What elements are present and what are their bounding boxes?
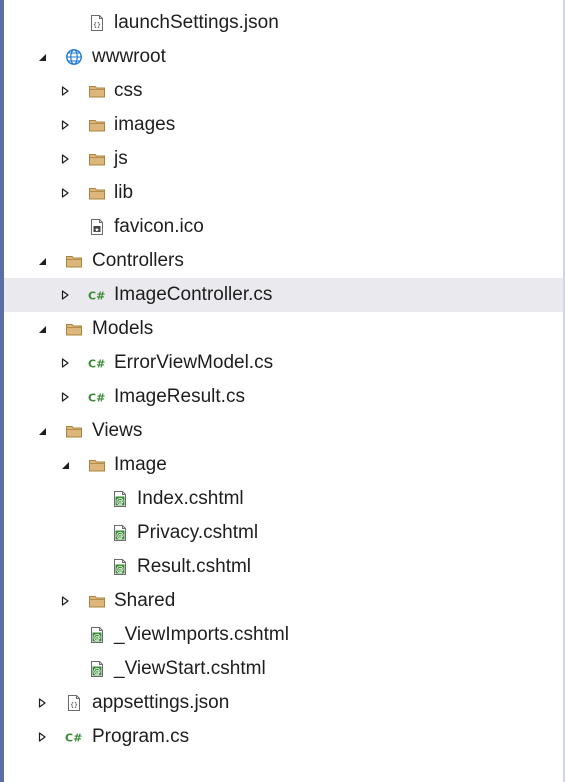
tree-item-label: Privacy.cshtml bbox=[137, 522, 259, 543]
collapsed-arrow-icon[interactable] bbox=[60, 154, 70, 164]
tree-item-label: _ViewStart.cshtml bbox=[114, 658, 266, 679]
collapsed-arrow-icon[interactable] bbox=[60, 290, 70, 300]
tree-item-label: Image bbox=[114, 454, 167, 475]
folder-icon bbox=[88, 592, 106, 610]
tree-item-label: launchSettings.json bbox=[114, 12, 279, 33]
tree-item-privacy[interactable]: @ Privacy.cshtml bbox=[4, 516, 563, 550]
tree-item-label: ImageResult.cs bbox=[114, 386, 245, 407]
tree-item-label: Index.cshtml bbox=[137, 488, 244, 509]
folder-icon bbox=[88, 150, 106, 168]
tree-item-label: ImageController.cs bbox=[114, 284, 273, 305]
folder-icon bbox=[88, 456, 106, 474]
razor-file-icon: @ bbox=[111, 558, 129, 576]
tree-item-js[interactable]: js bbox=[4, 142, 563, 176]
collapsed-arrow-icon[interactable] bbox=[60, 86, 70, 96]
folder-icon bbox=[88, 82, 106, 100]
tree-item-label: Program.cs bbox=[92, 726, 190, 747]
folder-icon bbox=[65, 422, 83, 440]
collapsed-arrow-icon[interactable] bbox=[37, 732, 47, 742]
svg-text:@: @ bbox=[116, 531, 124, 540]
tree-item-images[interactable]: images bbox=[4, 108, 563, 142]
tree-item-label: ErrorViewModel.cs bbox=[114, 352, 274, 373]
svg-text:@: @ bbox=[116, 565, 124, 574]
folder-icon bbox=[65, 320, 83, 338]
solution-explorer-tree: {} launchSettings.json wwwroot css images js l… bbox=[4, 6, 563, 754]
tree-item-errorviewmodel[interactable]: C# ErrorViewModel.cs bbox=[4, 346, 563, 380]
expanded-arrow-icon[interactable] bbox=[37, 256, 47, 266]
json-file-icon: {} bbox=[65, 694, 83, 712]
collapsed-arrow-icon[interactable] bbox=[60, 120, 70, 130]
globe-icon bbox=[65, 48, 83, 66]
tree-item-favicon[interactable]: ★ favicon.ico bbox=[4, 210, 563, 244]
csharp-file-icon: C# bbox=[88, 286, 106, 304]
tree-item-models[interactable]: Models bbox=[4, 312, 563, 346]
tree-item-label: Result.cshtml bbox=[137, 556, 252, 577]
svg-text:C#: C# bbox=[88, 358, 105, 371]
tree-item-label: wwwroot bbox=[92, 46, 166, 67]
collapsed-arrow-icon[interactable] bbox=[60, 188, 70, 198]
expanded-arrow-icon[interactable] bbox=[37, 324, 47, 334]
tree-item-label: js bbox=[114, 148, 128, 169]
razor-file-icon: @ bbox=[88, 660, 106, 678]
tree-item-viewimports[interactable]: @ _ViewImports.cshtml bbox=[4, 618, 563, 652]
svg-text:C#: C# bbox=[88, 392, 105, 405]
tree-item-label: appsettings.json bbox=[92, 692, 230, 713]
tree-item-appsettings[interactable]: {} appsettings.json bbox=[4, 686, 563, 720]
tree-item-viewstart[interactable]: @ _ViewStart.cshtml bbox=[4, 652, 563, 686]
tree-item-program[interactable]: C# Program.cs bbox=[4, 720, 563, 754]
tree-item-label: Views bbox=[92, 420, 143, 441]
expanded-arrow-icon[interactable] bbox=[37, 426, 47, 436]
svg-text:@: @ bbox=[93, 667, 101, 676]
folder-icon bbox=[65, 252, 83, 270]
svg-text:★: ★ bbox=[95, 227, 100, 233]
collapsed-arrow-icon[interactable] bbox=[37, 698, 47, 708]
svg-text:C#: C# bbox=[88, 290, 105, 303]
collapsed-arrow-icon[interactable] bbox=[60, 596, 70, 606]
tree-item-label: Controllers bbox=[92, 250, 184, 271]
image-file-icon: ★ bbox=[88, 218, 106, 236]
collapsed-arrow-icon[interactable] bbox=[60, 392, 70, 402]
tree-item-label: lib bbox=[114, 182, 134, 203]
tree-item-label: _ViewImports.cshtml bbox=[114, 624, 289, 645]
svg-text:@: @ bbox=[93, 633, 101, 642]
collapsed-arrow-icon[interactable] bbox=[60, 358, 70, 368]
svg-text:C#: C# bbox=[65, 732, 82, 745]
tree-item-label: Models bbox=[92, 318, 154, 339]
razor-file-icon: @ bbox=[88, 626, 106, 644]
tree-item-label: Shared bbox=[114, 590, 176, 611]
tree-item-launchsettings[interactable]: {} launchSettings.json bbox=[4, 6, 563, 40]
tree-item-css[interactable]: css bbox=[4, 74, 563, 108]
tree-item-label: images bbox=[114, 114, 176, 135]
csharp-file-icon: C# bbox=[88, 388, 106, 406]
folder-icon bbox=[88, 184, 106, 202]
svg-text:{}: {} bbox=[70, 701, 78, 709]
tree-item-shared[interactable]: Shared bbox=[4, 584, 563, 618]
expanded-arrow-icon[interactable] bbox=[37, 52, 47, 62]
tree-item-index[interactable]: @ Index.cshtml bbox=[4, 482, 563, 516]
expanded-arrow-icon[interactable] bbox=[60, 460, 70, 470]
razor-file-icon: @ bbox=[111, 490, 129, 508]
folder-icon bbox=[88, 116, 106, 134]
tree-item-result[interactable]: @ Result.cshtml bbox=[4, 550, 563, 584]
tree-item-imagecontroller[interactable]: C# ImageController.cs bbox=[4, 278, 563, 312]
tree-item-wwwroot[interactable]: wwwroot bbox=[4, 40, 563, 74]
svg-text:{}: {} bbox=[93, 21, 101, 29]
tree-item-imageresult[interactable]: C# ImageResult.cs bbox=[4, 380, 563, 414]
tree-item-image[interactable]: Image bbox=[4, 448, 563, 482]
tree-item-lib[interactable]: lib bbox=[4, 176, 563, 210]
tree-item-label: favicon.ico bbox=[114, 216, 204, 237]
tree-item-controllers[interactable]: Controllers bbox=[4, 244, 563, 278]
svg-text:@: @ bbox=[116, 497, 124, 506]
tree-item-views[interactable]: Views bbox=[4, 414, 563, 448]
csharp-file-icon: C# bbox=[65, 728, 83, 746]
razor-file-icon: @ bbox=[111, 524, 129, 542]
json-file-icon: {} bbox=[88, 14, 106, 32]
csharp-file-icon: C# bbox=[88, 354, 106, 372]
tree-item-label: css bbox=[114, 80, 143, 101]
